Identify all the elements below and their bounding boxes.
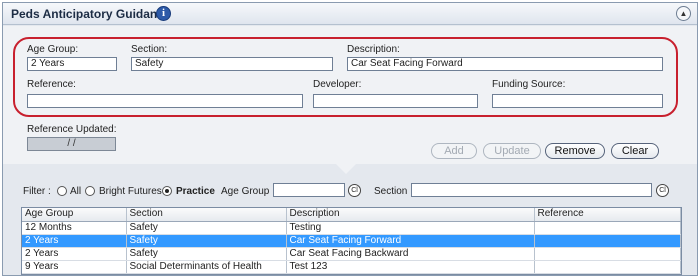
cell-age-group: 12 Months	[22, 221, 127, 235]
cell-age-group: 2 Years	[22, 247, 127, 261]
table-header-row: Age Group Section Description Reference	[22, 208, 681, 222]
cell-description: Car Seat Facing Forward	[286, 234, 535, 248]
clear-button[interactable]: Clear	[611, 143, 659, 159]
info-icon[interactable]: i	[156, 6, 171, 21]
developer-label: Developer:	[313, 79, 362, 90]
reference-updated-field: / /	[27, 137, 116, 151]
filter-age-group-input[interactable]	[273, 183, 345, 197]
description-field[interactable]: Car Seat Facing Forward	[347, 57, 663, 71]
developer-field[interactable]	[313, 94, 478, 108]
anticipatory-guidance-window: Peds Anticipatory Guidance i ▲ Age Group…	[2, 2, 698, 276]
cell-section: Safety	[126, 221, 287, 235]
cell-description: Car Seat Facing Backward	[286, 247, 535, 261]
filter-all-radio[interactable]	[57, 186, 67, 196]
cell-reference	[534, 221, 681, 235]
filter-section-label: Section :	[374, 186, 413, 197]
cell-reference	[534, 234, 681, 248]
cell-section: Social Determinants of Health	[126, 260, 287, 274]
column-header-age-group[interactable]: Age Group	[22, 208, 127, 222]
guidance-table: Age Group Section Description Reference …	[21, 207, 682, 275]
section-label: Section:	[131, 44, 168, 55]
filter-bright-futures-radio[interactable]	[85, 186, 95, 196]
panel-pointer	[336, 164, 356, 174]
section-field[interactable]: Safety	[131, 57, 333, 71]
table-row[interactable]: 12 Months Safety Testing	[22, 221, 681, 235]
section-clear-icon[interactable]: Cl	[656, 184, 669, 197]
column-header-section[interactable]: Section	[126, 208, 287, 222]
cell-section: Safety	[126, 234, 287, 248]
description-label: Description:	[347, 44, 400, 55]
column-header-reference[interactable]: Reference	[534, 208, 681, 222]
update-button[interactable]: Update	[483, 143, 541, 159]
cell-section: Safety	[126, 247, 287, 261]
reference-label: Reference:	[27, 79, 76, 90]
add-button[interactable]: Add	[431, 143, 477, 159]
age-group-clear-icon[interactable]: Cl	[348, 184, 361, 197]
cell-age-group: 2 Years	[22, 234, 127, 248]
filter-age-group-label: Age Group :	[221, 186, 275, 197]
remove-button[interactable]: Remove	[545, 143, 605, 159]
age-group-field[interactable]: 2 Years	[27, 57, 117, 71]
table-row[interactable]: 9 Years Social Determinants of Health Te…	[22, 260, 681, 274]
title-bar: Peds Anticipatory Guidance i ▲	[3, 3, 697, 25]
filter-label: Filter :	[23, 186, 51, 197]
filter-bar: Filter : All Bright Futures Practice Age…	[3, 175, 697, 205]
reference-field[interactable]	[27, 94, 303, 108]
filter-section-input[interactable]	[411, 183, 652, 197]
cell-reference	[534, 260, 681, 274]
table-row[interactable]: 2 Years Safety Car Seat Facing Backward	[22, 247, 681, 261]
filter-all-label[interactable]: All	[70, 186, 81, 197]
filter-practice-radio[interactable]	[162, 186, 172, 196]
entry-form-panel: Age Group: 2 Years Section: Safety Descr…	[3, 26, 697, 164]
cell-description: Testing	[286, 221, 535, 235]
funding-source-label: Funding Source:	[492, 79, 566, 90]
filter-practice-label[interactable]: Practice	[176, 186, 215, 197]
cell-age-group: 9 Years	[22, 260, 127, 274]
table-row-selected[interactable]: 2 Years Safety Car Seat Facing Forward	[22, 234, 681, 248]
cell-reference	[534, 247, 681, 261]
funding-source-field[interactable]	[492, 94, 663, 108]
age-group-label: Age Group:	[27, 44, 79, 55]
column-header-description[interactable]: Description	[286, 208, 535, 222]
filter-bright-futures-label[interactable]: Bright Futures	[99, 186, 162, 197]
reference-updated-label: Reference Updated:	[27, 124, 117, 135]
collapse-icon[interactable]: ▲	[676, 6, 691, 21]
cell-description: Test 123	[286, 260, 535, 274]
window-title: Peds Anticipatory Guidance	[11, 7, 171, 21]
